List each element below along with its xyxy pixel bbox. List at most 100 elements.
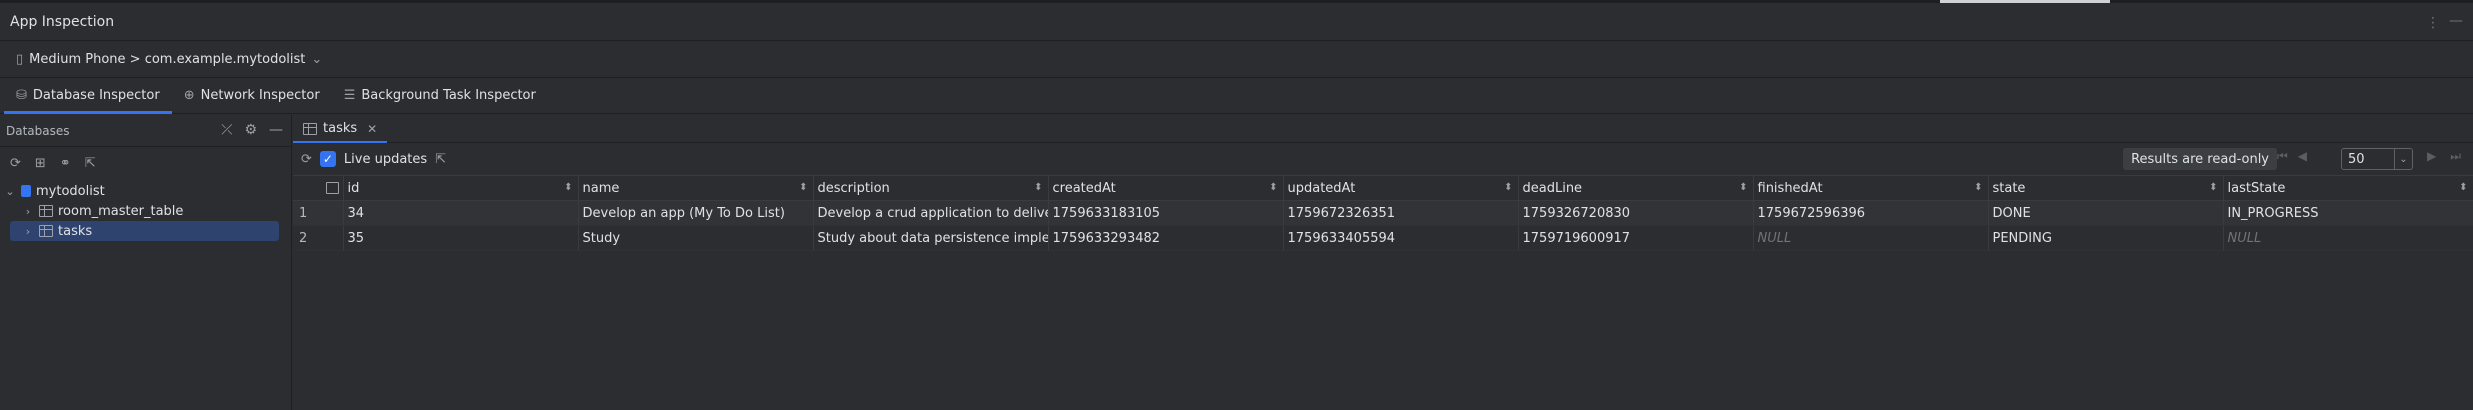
tree-node-table[interactable]: › room_master_table <box>0 201 291 221</box>
sort-icon[interactable]: ⬍ <box>1269 182 1277 193</box>
column-header[interactable]: updatedAt ⬍ <box>1283 175 1519 201</box>
table-cell[interactable]: Develop a crud application to deliver <box>813 200 1049 226</box>
globe-icon: ⊕ <box>183 88 195 103</box>
minimize-icon[interactable]: — <box>2449 13 2463 29</box>
device-label: Medium Phone > com.example.mytodolist <box>29 52 306 67</box>
databases-toolbar: ⟳ ⊞ ⚭ ⇱ <box>0 147 291 179</box>
refresh-icon[interactable]: ⟳ <box>10 156 21 171</box>
tree-node-table-selected[interactable]: › tasks <box>10 221 279 241</box>
sort-icon[interactable]: ⬍ <box>1739 182 1747 193</box>
table-cell[interactable]: 35 <box>343 225 579 251</box>
export-icon[interactable]: ⇱ <box>435 152 446 167</box>
offline-mode-icon[interactable]: ⚭ <box>60 156 71 171</box>
row-index-header[interactable] <box>293 175 344 201</box>
table-cell-null[interactable]: NULL <box>2223 225 2473 251</box>
table-header-row: id ⬍ name ⬍ description ⬍ createdAt ⬍ update… <box>293 175 2473 201</box>
table-cell[interactable]: IN_PROGRESS <box>2223 200 2473 226</box>
table-name: tasks <box>58 223 93 239</box>
table-cell[interactable]: Develop an app (My To Do List) <box>578 200 814 226</box>
new-query-icon[interactable]: ⊞ <box>35 156 46 171</box>
table-cell[interactable]: 1759633183105 <box>1048 200 1284 226</box>
column-header[interactable]: finishedAt ⬍ <box>1753 175 1989 201</box>
sort-icon[interactable]: ⬍ <box>2459 182 2467 193</box>
live-updates-label: Live updates <box>343 151 428 167</box>
export-icon[interactable]: ⇱ <box>85 156 96 171</box>
tab-label: Background Task Inspector <box>361 88 536 103</box>
sort-icon[interactable]: ⬍ <box>1504 182 1512 193</box>
database-icon: ⛁ <box>16 88 27 103</box>
list-icon: ☰ <box>343 88 356 103</box>
more-options-icon[interactable]: ⋮ <box>2426 15 2441 31</box>
column-header[interactable]: description ⬍ <box>813 175 1049 201</box>
column-header[interactable]: name ⬍ <box>578 175 814 201</box>
tab-network-inspector[interactable]: ⊕ Network Inspector <box>172 78 332 113</box>
column-header[interactable]: state ⬍ <box>1988 175 2224 201</box>
table-cell[interactable]: Study <box>578 225 814 251</box>
sort-icon[interactable]: ⬍ <box>564 182 572 193</box>
tab-label: Network Inspector <box>200 88 320 103</box>
tree-node-database[interactable]: ⌄ mytodolist <box>0 181 291 201</box>
phone-icon: ▯ <box>16 52 24 67</box>
refresh-icon[interactable]: ⟳ <box>301 152 312 167</box>
tab-background-task-inspector[interactable]: ☰ Background Task Inspector <box>332 78 548 113</box>
close-icon[interactable]: ✕ <box>367 122 377 136</box>
table-tabs: tasks ✕ <box>293 115 2473 143</box>
table-row[interactable]: 2 35 Study Study about data persistence … <box>293 225 2473 251</box>
window-title: App Inspection <box>10 13 115 30</box>
tab-label: Database Inspector <box>32 88 160 103</box>
column-header[interactable]: lastState ⬍ <box>2223 175 2473 201</box>
previous-page-icon[interactable]: ◀ <box>2298 149 2307 164</box>
collapse-all-icon[interactable]: ⤫ <box>221 122 232 138</box>
table-view: tasks ✕ ⟳ ✓ Live updates ⇱ Results are r… <box>293 115 2473 410</box>
row-index: 2 <box>293 225 344 251</box>
pager-back: ⏮ ◀ <box>2277 149 2307 164</box>
page-size-select[interactable]: 50 ⌄ <box>2341 148 2413 170</box>
sort-icon[interactable]: ⬍ <box>2209 182 2217 193</box>
results-table: id ⬍ name ⬍ description ⬍ createdAt ⬍ update… <box>293 175 2473 251</box>
table-cell[interactable]: 1759719600917 <box>1518 225 1754 251</box>
database-icon <box>21 185 31 197</box>
chevron-right-icon[interactable]: › <box>22 205 34 218</box>
column-header[interactable]: createdAt ⬍ <box>1048 175 1284 201</box>
tab-database-inspector[interactable]: ⛁ Database Inspector <box>4 78 172 114</box>
table-cell-null[interactable]: NULL <box>1753 225 1989 251</box>
table-cell[interactable]: 1759326720830 <box>1518 200 1754 226</box>
device-selector[interactable]: ▯ Medium Phone > com.example.mytodolist … <box>0 42 2473 78</box>
tab-tasks[interactable]: tasks ✕ <box>293 115 388 143</box>
chevron-down-icon[interactable]: ⌄ <box>2394 149 2412 169</box>
gear-icon[interactable]: ⚙ <box>244 122 257 138</box>
table-cell[interactable]: 1759672596396 <box>1753 200 1989 226</box>
title-bar: App Inspection ⋮ — <box>0 3 2473 41</box>
databases-panel: Databases ⤫ ⚙ — ⟳ ⊞ ⚭ ⇱ ⌄ mytodolist › r… <box>0 115 292 410</box>
table-cell[interactable]: PENDING <box>1988 225 2224 251</box>
table-cell[interactable]: 1759672326351 <box>1283 200 1519 226</box>
table-cell[interactable]: DONE <box>1988 200 2224 226</box>
row-index: 1 <box>293 200 344 226</box>
column-chooser-icon[interactable] <box>325 182 339 194</box>
table-row[interactable]: 1 34 Develop an app (My To Do List) Deve… <box>293 200 2473 226</box>
pager-forward: ▶ ⏭ <box>2427 149 2461 164</box>
read-only-badge: Results are read-only <box>2123 148 2277 170</box>
chevron-right-icon[interactable]: › <box>22 225 34 238</box>
column-header[interactable]: deadLine ⬍ <box>1518 175 1754 201</box>
table-cell[interactable]: 1759633405594 <box>1283 225 1519 251</box>
sort-icon[interactable]: ⬍ <box>1974 182 1982 193</box>
last-page-icon[interactable]: ⏭ <box>2450 149 2461 164</box>
sort-icon[interactable]: ⬍ <box>799 182 807 193</box>
table-cell[interactable]: 34 <box>343 200 579 226</box>
databases-header: Databases ⤫ ⚙ — <box>0 115 291 147</box>
column-header[interactable]: id ⬍ <box>343 175 579 201</box>
table-icon <box>303 122 317 135</box>
live-updates-checkbox[interactable]: ✓ <box>319 151 336 167</box>
databases-title: Databases <box>6 123 70 138</box>
sort-icon[interactable]: ⬍ <box>1034 182 1042 193</box>
database-tree: ⌄ mytodolist › room_master_table › tasks <box>0 179 291 241</box>
inspector-tabs: ⛁ Database Inspector ⊕ Network Inspector… <box>0 78 2473 114</box>
first-page-icon[interactable]: ⏮ <box>2277 149 2288 164</box>
table-cell[interactable]: Study about data persistence implen <box>813 225 1049 251</box>
table-cell[interactable]: 1759633293482 <box>1048 225 1284 251</box>
table-icon <box>39 225 53 237</box>
next-page-icon[interactable]: ▶ <box>2427 149 2436 164</box>
chevron-down-icon[interactable]: ⌄ <box>4 185 16 198</box>
hide-panel-icon[interactable]: — <box>269 122 283 138</box>
